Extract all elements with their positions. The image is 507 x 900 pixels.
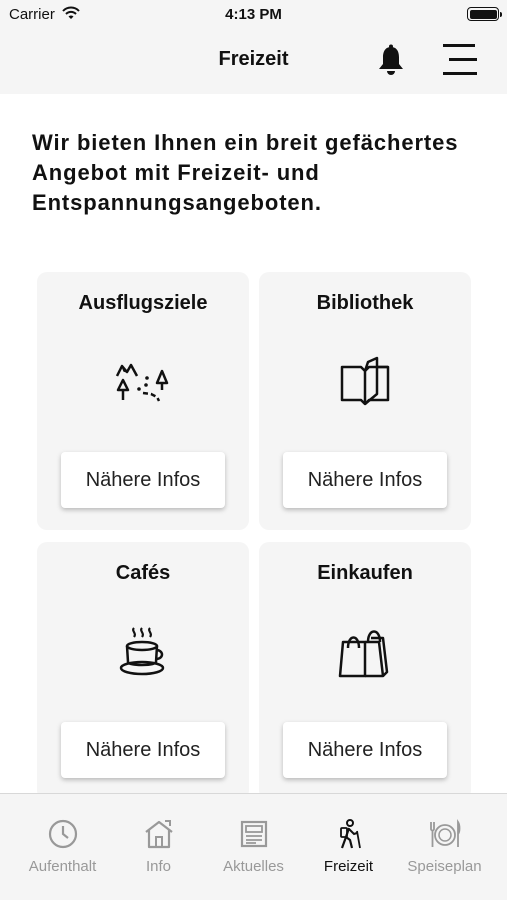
- tile-title: Cafés: [115, 562, 171, 584]
- more-info-button[interactable]: Nähere Infos: [61, 452, 225, 508]
- navigation-bar: Freizeit: [0, 28, 507, 94]
- newspaper-icon: [240, 820, 268, 848]
- tile-title: Bibliothek: [316, 292, 414, 314]
- more-info-button[interactable]: Nähere Infos: [283, 452, 447, 508]
- menu-icon[interactable]: [441, 42, 479, 78]
- tile-einkaufen: Einkaufen Nähere Infos: [259, 542, 471, 800]
- tab-freizeit[interactable]: Freizeit: [298, 794, 399, 894]
- more-info-button[interactable]: Nähere Infos: [283, 722, 447, 778]
- tab-label: Aufenthalt: [28, 858, 97, 875]
- open-book-icon: [340, 356, 390, 406]
- intro-text: Wir bieten Ihnen ein breit gefächertes A…: [32, 130, 459, 215]
- tile-title: Einkaufen: [317, 562, 413, 584]
- tab-label: Speiseplan: [407, 858, 482, 875]
- tile-title: Ausflugsziele: [78, 292, 208, 314]
- hiking-trail-icon: [115, 363, 169, 402]
- status-bar: Carrier 4:13 PM: [0, 0, 507, 28]
- tab-aufenthalt[interactable]: Aufenthalt: [12, 794, 113, 894]
- shopping-bag-icon: [338, 630, 389, 678]
- page-title: Freizeit: [218, 48, 289, 70]
- battery-icon: [467, 7, 502, 21]
- tab-speiseplan[interactable]: Speiseplan: [394, 794, 495, 894]
- tile-ausflugsziele: Ausflugsziele Nähere Infos: [37, 272, 249, 530]
- tile-bibliothek: Bibliothek Nähere Infos: [259, 272, 471, 530]
- tab-label: Info: [145, 858, 172, 875]
- tab-aktuelles[interactable]: Aktuelles: [203, 794, 304, 894]
- tab-info[interactable]: Info: [108, 794, 209, 894]
- more-info-button[interactable]: Nähere Infos: [61, 722, 225, 778]
- house-icon: [145, 820, 173, 849]
- tab-label: Aktuelles: [223, 858, 284, 875]
- coffee-cup-icon: [119, 627, 165, 676]
- tab-bar: Aufenthalt Info Aktuelles Freizeit Speis…: [0, 793, 507, 900]
- notification-bell-icon[interactable]: [376, 44, 406, 76]
- hiker-icon: [340, 819, 361, 849]
- status-time: 4:13 PM: [225, 6, 282, 23]
- cutlery-icon: [430, 819, 461, 847]
- tile-cafes: Cafés Nähere Infos: [37, 542, 249, 800]
- tab-label: Freizeit: [323, 858, 374, 875]
- clock-icon: [48, 819, 78, 849]
